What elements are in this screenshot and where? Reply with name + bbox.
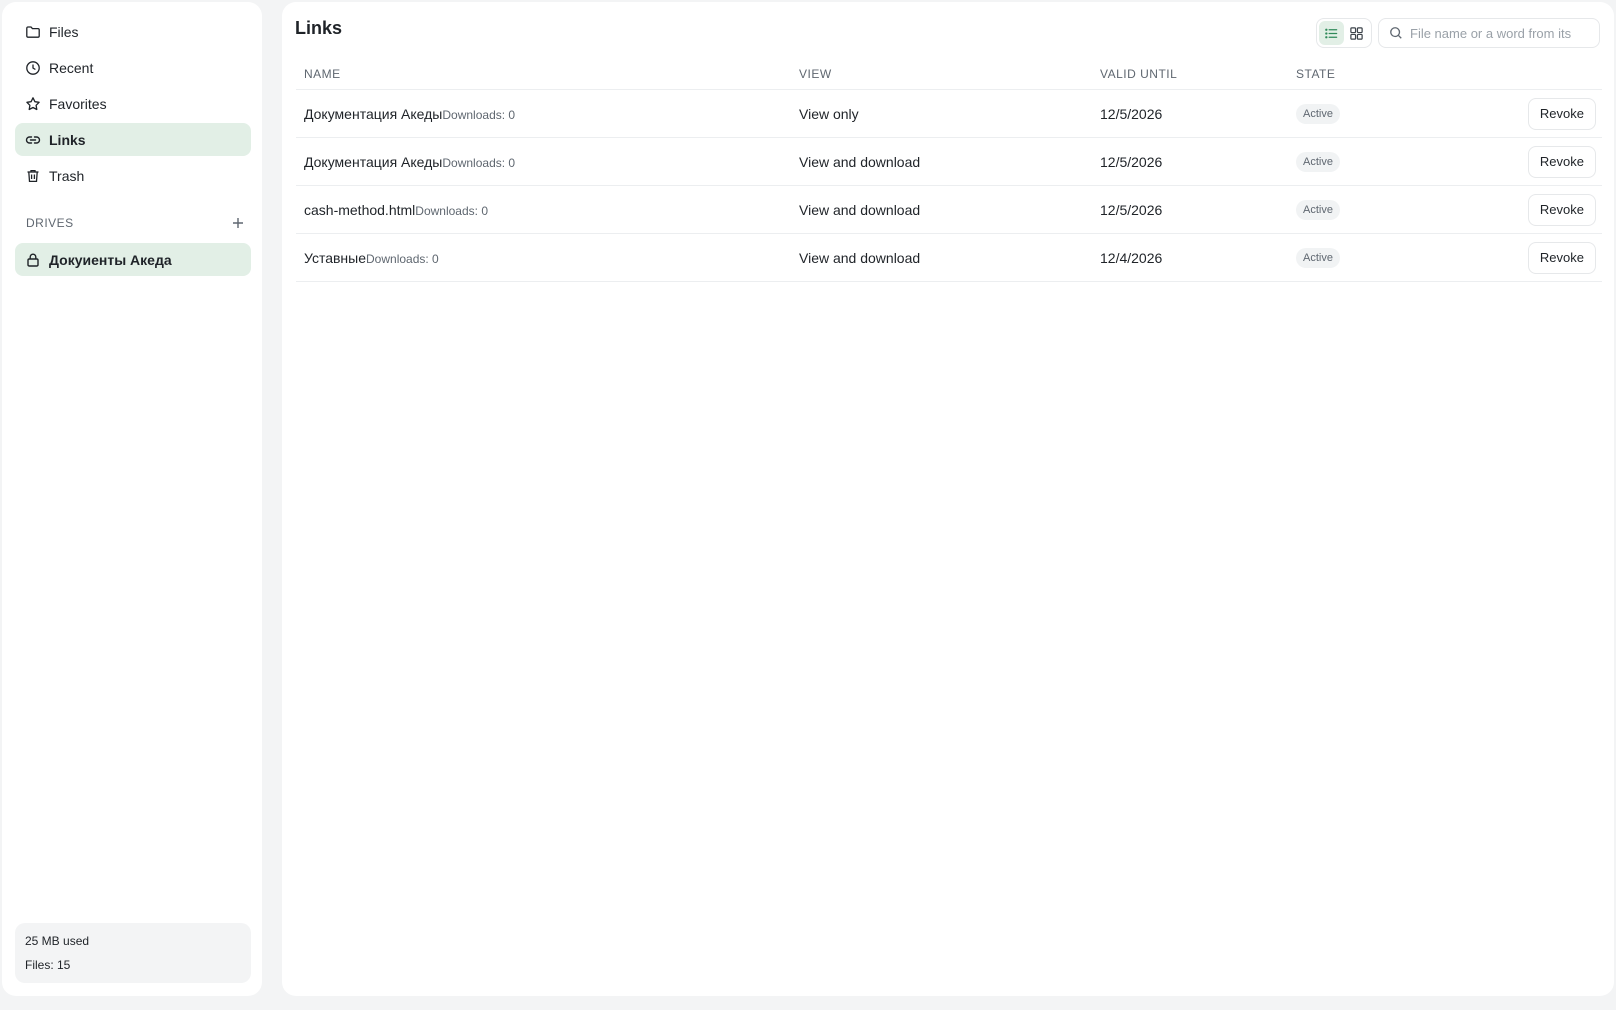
revoke-button[interactable]: Revoke	[1527, 193, 1596, 226]
drive-item[interactable]: Докуиенты Акеда	[15, 243, 251, 276]
sidebar-item-favorites[interactable]: Favorites	[15, 87, 251, 120]
revoke-button[interactable]: Revoke	[1527, 97, 1596, 130]
sidebar-item-label: Links	[49, 131, 86, 148]
add-drive-button[interactable]	[228, 213, 248, 233]
link-view-cell: View only	[799, 105, 859, 122]
drive-label: Докуиенты Акеда	[49, 251, 172, 268]
lock-icon	[25, 252, 41, 268]
link-action-cell: Revoke	[1518, 97, 1602, 130]
sidebar-item-label: Trash	[49, 167, 85, 184]
link-view-cell: View and download	[799, 153, 921, 170]
column-header-state[interactable]: STATE	[1288, 67, 1518, 81]
sidebar-item-label: Favorites	[49, 95, 107, 112]
downloads-count: Downloads: 0	[415, 203, 488, 218]
sidebar-item-label: Recent	[49, 59, 94, 76]
app: Files Recent Favorites Links Trash DRIVE…	[0, 0, 1616, 1010]
status-badge: Active	[1296, 247, 1340, 268]
link-name-cell: Документация АкедыDownloads: 0	[296, 154, 791, 170]
plus-icon	[233, 218, 243, 228]
link-icon	[25, 132, 41, 148]
sidebar-item-files[interactable]: Files	[15, 15, 251, 48]
link-name-cell: Документация АкедыDownloads: 0	[296, 106, 791, 122]
link-view-cell: View and download	[799, 201, 921, 218]
revoke-button[interactable]: Revoke	[1527, 145, 1596, 178]
sidebar: Files Recent Favorites Links Trash DRIVE…	[2, 2, 262, 996]
link-name: Уставные	[304, 249, 367, 266]
link-name: Документация Акеды	[304, 105, 443, 122]
view-toggle	[1316, 18, 1372, 48]
usage-files: Files: 15	[25, 958, 71, 972]
downloads-count: Downloads: 0	[442, 107, 516, 122]
column-header-valid-until[interactable]: VALID UNTIL	[1092, 67, 1288, 81]
downloads-count: Downloads: 0	[442, 155, 516, 170]
grid-view-button[interactable]	[1344, 21, 1369, 45]
list-icon	[1325, 28, 1338, 38]
status-badge: Active	[1296, 103, 1340, 124]
page-title: Links	[295, 18, 343, 38]
link-state-cell: Active	[1288, 199, 1518, 220]
table-row[interactable]: Документация АкедыDownloads: 0 View only…	[296, 90, 1602, 138]
link-action-cell: Revoke	[1518, 145, 1602, 178]
status-badge: Active	[1296, 151, 1340, 172]
link-state-cell: Active	[1288, 151, 1518, 172]
link-name: Документация Акеды	[304, 153, 443, 170]
grid-icon	[1350, 26, 1363, 40]
link-action-cell: Revoke	[1518, 193, 1602, 226]
trash-icon	[25, 168, 41, 184]
link-name: cash-method.html	[304, 201, 416, 218]
sidebar-item-trash[interactable]: Trash	[15, 159, 251, 192]
link-valid-until-cell: 12/5/2026	[1100, 201, 1163, 218]
clock-icon	[25, 60, 41, 76]
link-name-cell: cash-method.htmlDownloads: 0	[296, 202, 791, 218]
storage-usage: 25 MB used Files: 15	[15, 923, 251, 983]
sidebar-item-label: Files	[49, 23, 79, 40]
link-state-cell: Active	[1288, 103, 1518, 124]
folder-icon	[25, 24, 41, 40]
main-panel: Links NAME VIEW VALID UNTIL STATE	[282, 2, 1614, 996]
search-box	[1378, 18, 1600, 48]
star-icon	[25, 96, 41, 112]
list-view-button[interactable]	[1319, 21, 1344, 45]
link-valid-until-cell: 12/4/2026	[1100, 249, 1163, 266]
sidebar-nav: Files Recent Favorites Links Trash	[15, 15, 251, 195]
table-row[interactable]: cash-method.htmlDownloads: 0 View and do…	[296, 186, 1602, 234]
link-valid-until-cell: 12/5/2026	[1100, 105, 1163, 122]
status-badge: Active	[1296, 199, 1340, 220]
table-row[interactable]: Документация АкедыDownloads: 0 View and …	[296, 138, 1602, 186]
drives-header: DRIVES	[26, 212, 248, 234]
usage-used: 25 MB used	[25, 934, 90, 948]
column-header-view[interactable]: VIEW	[791, 67, 1092, 81]
link-state-cell: Active	[1288, 247, 1518, 268]
link-name-cell: УставныеDownloads: 0	[296, 250, 791, 266]
search-input[interactable]	[1410, 25, 1590, 41]
search-icon	[1390, 27, 1402, 39]
links-table: NAME VIEW VALID UNTIL STATE Документация…	[296, 58, 1602, 282]
link-action-cell: Revoke	[1518, 241, 1602, 274]
sidebar-item-recent[interactable]: Recent	[15, 51, 251, 84]
link-valid-until-cell: 12/5/2026	[1100, 153, 1163, 170]
link-view-cell: View and download	[799, 249, 921, 266]
drives-label: DRIVES	[26, 216, 74, 230]
table-row[interactable]: УставныеDownloads: 0 View and download 1…	[296, 234, 1602, 282]
sidebar-item-links[interactable]: Links	[15, 123, 251, 156]
table-header: NAME VIEW VALID UNTIL STATE	[296, 58, 1602, 90]
revoke-button[interactable]: Revoke	[1527, 241, 1596, 274]
column-header-name[interactable]: NAME	[296, 67, 791, 81]
downloads-count: Downloads: 0	[366, 251, 439, 266]
